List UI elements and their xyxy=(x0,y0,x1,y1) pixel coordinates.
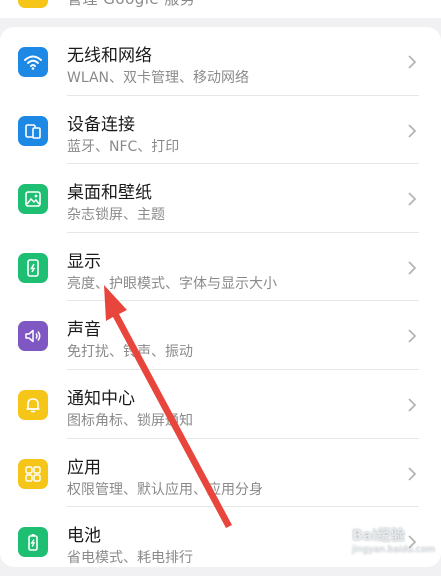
bell-icon xyxy=(18,390,48,420)
item-subtitle: 杂志锁屏、主题 xyxy=(67,207,165,224)
item-title: 通知中心 xyxy=(67,389,135,409)
settings-item-display[interactable]: 显示 亮度、护眼模式、字体与显示大小 xyxy=(0,233,441,302)
item-title: 声音 xyxy=(67,320,101,341)
item-title: 显示 xyxy=(67,251,101,272)
settings-item-wireless-network[interactable]: 无线和网络 WLAN、双卡管理、移动网络 xyxy=(0,27,441,96)
apps-icon xyxy=(18,458,48,489)
display-icon xyxy=(18,252,48,283)
item-subtitle: 亮度、护眼模式、字体与显示大小 xyxy=(67,275,277,292)
item-subtitle: 蓝牙、NFC、打印 xyxy=(67,138,180,155)
settings-item-home-wallpaper[interactable]: 桌面和壁纸 杂志锁屏、主题 xyxy=(0,164,441,233)
settings-item-notification-center[interactable]: 通知中心 图标角标、锁屏通知 xyxy=(0,370,441,439)
sound-icon xyxy=(18,321,48,352)
watermark-url: jingyan.baidu.com xyxy=(351,545,435,555)
settings-item-apps[interactable]: 应用 权限管理、默认应用、应用分身 xyxy=(0,439,441,508)
item-title: 无线和网络 xyxy=(67,46,152,66)
item-title: 应用 xyxy=(67,457,101,478)
item-subtitle: 免打扰、铃声、振动 xyxy=(67,344,193,361)
item-subtitle: 省电模式、耗电排行 xyxy=(67,550,193,567)
watermark-text: Bai经验 xyxy=(351,528,405,544)
google-services-subtitle: 管理 Google 服务 xyxy=(67,0,195,9)
item-subtitle: 权限管理、默认应用、应用分身 xyxy=(67,481,263,498)
settings-list: 无线和网络 WLAN、双卡管理、移动网络 设备连接 蓝牙、NFC、打印 桌面和壁… xyxy=(0,27,441,567)
chevron-right-icon xyxy=(408,398,417,412)
chevron-right-icon xyxy=(408,261,417,275)
wallpaper-icon xyxy=(18,184,48,215)
item-subtitle: WLAN、双卡管理、移动网络 xyxy=(67,70,250,86)
chevron-right-icon xyxy=(408,55,417,69)
settings-item-sound[interactable]: 声音 免打扰、铃声、振动 xyxy=(0,301,441,370)
item-title: 桌面和壁纸 xyxy=(67,183,152,204)
baidu-jingyan-watermark: Bai经验 jingyan.baidu.com xyxy=(352,525,435,555)
chevron-right-icon xyxy=(408,466,417,481)
wifi-icon xyxy=(18,47,48,77)
chevron-right-icon xyxy=(408,329,417,344)
settings-item-device-connection[interactable]: 设备连接 蓝牙、NFC、打印 xyxy=(0,96,441,165)
chevron-right-icon xyxy=(408,123,417,138)
item-subtitle: 图标角标、锁屏通知 xyxy=(67,413,193,429)
google-icon xyxy=(18,0,48,8)
device-connect-icon xyxy=(18,115,48,146)
google-services-item[interactable]: 管理 Google 服务 xyxy=(0,0,441,18)
item-title: 设备连接 xyxy=(67,114,135,135)
item-title: 电池 xyxy=(67,526,101,547)
battery-icon xyxy=(18,527,48,558)
chevron-right-icon xyxy=(408,192,417,206)
